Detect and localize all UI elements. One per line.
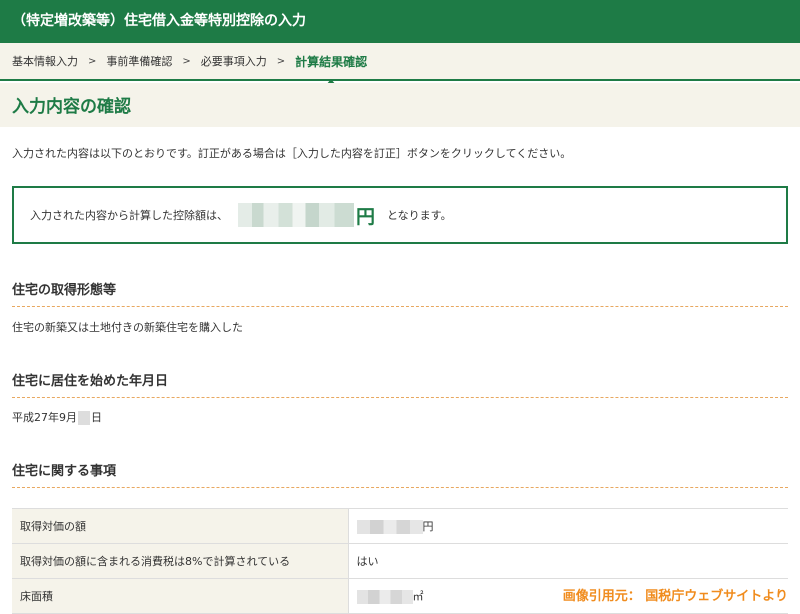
residence-date-prefix: 平成27年9月 — [12, 411, 77, 424]
breadcrumb-step-required-input: 必要事項入力 — [200, 55, 267, 68]
residence-date-suffix: 日 — [91, 411, 102, 424]
image-credit: 画像引用元： 国税庁ウェブサイトより — [562, 589, 788, 604]
row-value-consumption-tax: はい — [348, 543, 788, 579]
table-row: 取得対価の額 円 — [12, 508, 788, 544]
floor-area-masked — [356, 590, 413, 604]
section-value-residence-date: 平成27年9月 日 — [12, 409, 102, 425]
page-header: 入力内容の確認 — [0, 83, 800, 127]
acquisition-price-unit: 円 — [422, 520, 434, 533]
breadcrumb-step-result-current: 計算結果確認 — [295, 54, 368, 85]
app-title: （特定増改築等）住宅借入金等特別控除の入力 — [12, 13, 306, 29]
deduction-result-box: 入力された内容から計算した控除額は、 円 となります。 — [12, 186, 788, 244]
app-titlebar: （特定増改築等）住宅借入金等特別控除の入力 — [0, 0, 800, 43]
result-prefix-text: 入力された内容から計算した控除額は、 — [30, 209, 228, 222]
row-label-consumption-tax: 取得対価の額に含まれる消費税は8%で計算されている — [12, 543, 349, 579]
section-heading-residence-date: 住宅に居住を始めた年月日 — [12, 370, 788, 398]
breadcrumb: 基本情報入力 > 事前準備確認 > 必要事項入力 > 計算結果確認 — [0, 43, 800, 85]
result-suffix-text: となります。 — [387, 209, 452, 222]
breadcrumb-step-preparation: 事前準備確認 — [106, 55, 173, 68]
deduction-amount-masked — [238, 203, 354, 227]
breadcrumb-separator-icon: > — [182, 55, 191, 67]
breadcrumb-separator-icon: > — [276, 55, 286, 67]
breadcrumb-separator-icon: > — [88, 55, 97, 67]
acquisition-price-masked — [356, 520, 423, 534]
floor-area-unit: ㎡ — [412, 590, 424, 603]
residence-day-masked — [78, 411, 90, 425]
row-label-acquisition-price: 取得対価の額 — [12, 508, 349, 544]
table-row: 取得対価の額に含まれる消費税は8%で計算されている はい — [12, 543, 788, 579]
result-unit: 円 — [356, 205, 376, 228]
section-value-acquisition: 住宅の新築又は土地付きの新築住宅を購入した — [12, 321, 243, 334]
breadcrumb-step-basic-info: 基本情報入力 — [12, 55, 78, 68]
row-value-acquisition-price: 円 — [348, 508, 788, 544]
page-title: 入力内容の確認 — [12, 97, 131, 117]
section-heading-housing: 住宅に関する事項 — [12, 460, 788, 488]
intro-text: 入力された内容は以下のとおりです。訂正がある場合は［入力した内容を訂正］ボタンを… — [12, 147, 572, 160]
section-heading-acquisition: 住宅の取得形態等 — [12, 279, 788, 307]
row-label-floor-area: 床面積 — [12, 578, 349, 614]
